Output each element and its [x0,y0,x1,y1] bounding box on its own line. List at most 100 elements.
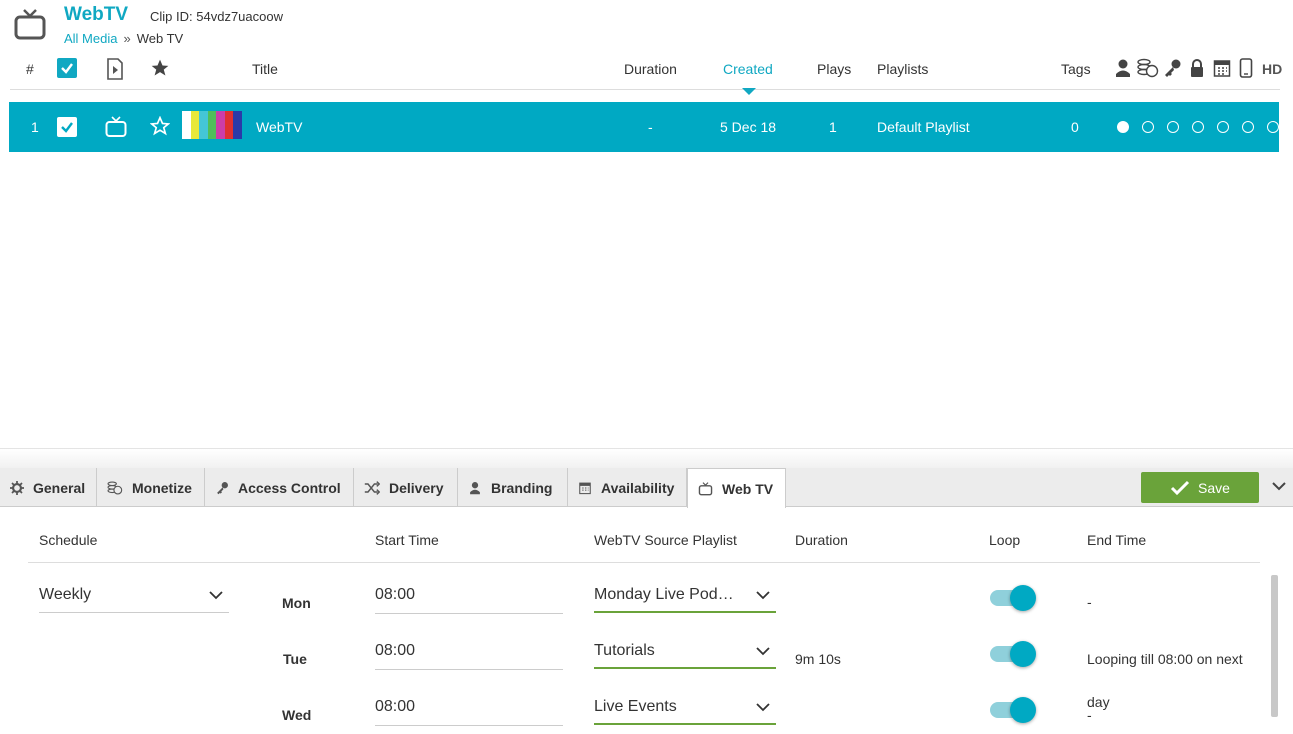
tv-icon [105,116,127,137]
playlist-select-tue[interactable]: Tutorials [594,642,776,669]
mobile-icon[interactable] [1239,58,1253,78]
hd-icon[interactable]: HD [1262,61,1282,77]
check-icon [1170,480,1190,495]
thumbnail-bar [199,111,208,139]
panel-divider[interactable] [0,448,1293,468]
scrollbar[interactable] [1271,575,1278,717]
loop-toggle-tue[interactable] [990,641,1036,667]
tv-icon [698,481,713,495]
star-outline-icon[interactable] [150,116,170,136]
star-icon[interactable] [150,58,170,78]
row-playlists[interactable]: Default Playlist [877,119,970,135]
user-icon[interactable] [1114,58,1132,78]
chevron-down-icon [756,703,770,712]
tab-availability[interactable]: Availability [568,468,687,507]
save-button[interactable]: Save [1141,472,1259,503]
lock-icon[interactable] [1189,58,1205,78]
header-loop: Loop [989,532,1021,548]
status-dot [1117,121,1129,133]
tab-web-tv[interactable]: Web TV [687,468,786,508]
end-time-mon: - [1087,594,1092,610]
gear-icon [10,480,24,495]
col-duration[interactable]: Duration [624,61,677,77]
row-tags: 0 [1071,119,1079,135]
row-duration: - [648,119,653,135]
calendar-icon[interactable] [1213,58,1231,78]
playlist-value-tue: Tutorials [594,642,655,659]
table-header: # Title Duration Created Plays Playlists… [10,52,1282,95]
tab-bar: General Monetize Access Control Delivery… [0,468,1293,508]
tab-delivery[interactable]: Delivery [354,468,458,507]
row-checkbox[interactable] [57,117,77,137]
tab-branding[interactable]: Branding [458,468,568,507]
key-icon[interactable] [1162,58,1182,78]
col-created[interactable]: Created [723,61,773,77]
status-dot [1267,121,1279,133]
loop-toggle-mon[interactable] [990,585,1036,611]
end-time-wed: - [1087,707,1092,723]
breadcrumb-current: Web TV [136,31,184,46]
key-icon [217,481,228,494]
video-thumbnail[interactable] [182,111,243,139]
header-source-playlist: WebTV Source Playlist [594,532,737,548]
row-created: 5 Dec 18 [720,119,777,135]
row-number: 1 [31,119,39,135]
col-number: # [26,61,34,77]
breadcrumb-all-media[interactable]: All Media [64,31,117,46]
status-dot [1192,121,1204,133]
table-row[interactable]: 1 WebTV - 5 Dec 18 1 Default Playlist 0 [9,102,1279,152]
header-duration: Duration [795,532,848,548]
status-dot [1242,121,1254,133]
thumbnail-bar [190,111,200,139]
select-all-checkbox[interactable] [57,58,77,78]
start-time-mon[interactable]: 08:00 [375,586,563,614]
day-label-tue: Tue [283,651,307,667]
thumbnail-bar [216,111,225,139]
tab-general[interactable]: General [0,468,97,507]
media-file-icon[interactable] [106,58,124,80]
shuffle-icon [364,480,380,495]
header-end-time: End Time [1087,532,1147,548]
row-plays: 1 [829,119,837,135]
header-divider [28,562,1260,563]
playlist-value-wed: Live Events [594,698,677,715]
tab-access-control[interactable]: Access Control [205,468,354,507]
row-title[interactable]: WebTV [256,119,302,135]
start-time-tue[interactable]: 08:00 [375,642,563,670]
schedule-frequency-select[interactable]: Weekly [39,586,229,613]
chevron-down-icon [756,591,770,600]
status-dot [1142,121,1154,133]
check-icon [61,63,73,74]
breadcrumb-separator: » [123,31,131,46]
col-plays[interactable]: Plays [817,61,851,77]
calendar-icon [579,482,591,494]
sort-indicator [742,88,756,95]
tv-icon [14,9,46,40]
playlist-select-wed[interactable]: Live Events [594,698,776,725]
col-tags[interactable]: Tags [1061,61,1091,77]
coins-icon [107,480,123,495]
check-icon [61,122,73,133]
clip-id: Clip ID: 54vdz7uacoow [150,9,283,24]
schedule-frequency-value: Weekly [39,586,92,603]
tab-label: Availability [601,479,675,496]
tab-label: General [33,479,86,496]
page-title: WebTV [64,4,129,25]
playlist-value-mon: Monday Live Pod… [594,586,734,603]
col-title[interactable]: Title [252,61,278,77]
coins-icon[interactable] [1137,58,1159,78]
col-playlists[interactable]: Playlists [877,61,928,77]
thumbnail-bar [233,111,243,139]
thumbnail-bar [207,111,217,139]
status-dot [1217,121,1229,133]
start-time-wed[interactable]: 08:00 [375,698,563,726]
playlist-select-mon[interactable]: Monday Live Pod… [594,586,776,613]
chevron-down-icon[interactable] [1271,480,1287,492]
tab-label: Delivery [389,479,444,496]
end-time-tue: Looping till 08:00 on next [1087,651,1243,667]
chevron-down-icon [209,591,223,600]
clip-id-value: 54vdz7uacoow [196,9,283,24]
tab-label: Access Control [238,479,341,496]
loop-toggle-wed[interactable] [990,697,1036,723]
tab-monetize[interactable]: Monetize [97,468,205,507]
